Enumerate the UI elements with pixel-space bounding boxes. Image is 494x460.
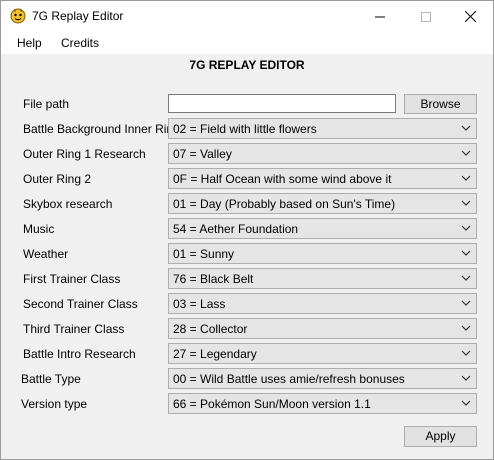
menu-bar: Help Credits — [1, 32, 493, 55]
apply-button[interactable]: Apply — [404, 426, 477, 447]
outer-ring-1-label: Outer Ring 1 Research — [23, 147, 146, 161]
battle-type-value: 00 = Wild Battle uses amie/refresh bonus… — [173, 372, 405, 386]
chevron-down-icon — [461, 300, 471, 306]
battle-intro-label: Battle Intro Research — [23, 347, 136, 361]
outer-ring-2-select[interactable]: 0F = Half Ocean with some wind above it — [168, 168, 477, 189]
weather-value: 01 = Sunny — [173, 247, 235, 261]
second-trainer-class-select[interactable]: 03 = Lass — [168, 293, 477, 314]
main-window: 7G Replay Editor Help Credits 7G REPLAY … — [0, 0, 494, 460]
maximize-icon — [421, 11, 431, 22]
chevron-down-icon — [461, 200, 471, 206]
version-type-select[interactable]: 66 = Pokémon Sun/Moon version 1.1 — [168, 393, 477, 414]
chevron-down-icon — [461, 400, 471, 406]
close-icon — [464, 11, 476, 22]
window-title: 7G Replay Editor — [32, 9, 124, 23]
battle-background-value: 02 = Field with little flowers — [173, 122, 317, 136]
chevron-down-icon — [461, 350, 471, 356]
second-trainer-class-label: Second Trainer Class — [23, 297, 138, 311]
browse-button[interactable]: Browse — [404, 94, 477, 114]
skybox-value: 01 = Day (Probably based on Sun's Time) — [173, 197, 396, 211]
second-trainer-class-value: 03 = Lass — [173, 297, 226, 311]
outer-ring-2-label: Outer Ring 2 — [23, 172, 92, 186]
maximize-button[interactable] — [403, 1, 449, 32]
version-type-value: 66 = Pokémon Sun/Moon version 1.1 — [173, 397, 371, 411]
menu-help[interactable]: Help — [17, 36, 42, 50]
first-trainer-class-select[interactable]: 76 = Black Belt — [168, 268, 477, 289]
weather-select[interactable]: 01 = Sunny — [168, 243, 477, 264]
file-path-label: File path — [23, 97, 70, 111]
battle-intro-value: 27 = Legendary — [173, 347, 257, 361]
app-icon — [10, 8, 26, 24]
battle-type-label: Battle Type — [21, 372, 81, 386]
title-bar[interactable]: 7G Replay Editor — [1, 1, 493, 32]
weather-label: Weather — [23, 247, 69, 261]
chevron-down-icon — [461, 125, 471, 131]
battle-intro-select[interactable]: 27 = Legendary — [168, 343, 477, 364]
music-label: Music — [23, 222, 55, 236]
menu-credits[interactable]: Credits — [61, 36, 99, 50]
chevron-down-icon — [461, 225, 471, 231]
chevron-down-icon — [461, 250, 471, 256]
file-path-input[interactable] — [168, 94, 396, 113]
third-trainer-class-value: 28 = Collector — [173, 322, 248, 336]
third-trainer-class-select[interactable]: 28 = Collector — [168, 318, 477, 339]
music-select[interactable]: 54 = Aether Foundation — [168, 218, 477, 239]
music-value: 54 = Aether Foundation — [173, 222, 299, 236]
chevron-down-icon — [461, 325, 471, 331]
close-button[interactable] — [447, 1, 493, 32]
page-heading: 7G REPLAY EDITOR — [189, 58, 305, 72]
battle-background-label: Battle Background Inner Ring — [23, 122, 180, 136]
third-trainer-class-label: Third Trainer Class — [23, 322, 125, 336]
minimize-icon — [375, 16, 385, 17]
outer-ring-2-value: 0F = Half Ocean with some wind above it — [173, 172, 392, 186]
first-trainer-class-value: 76 = Black Belt — [173, 272, 254, 286]
minimize-button[interactable] — [357, 1, 403, 32]
version-type-label: Version type — [21, 397, 88, 411]
skybox-label: Skybox research — [23, 197, 113, 211]
outer-ring-1-value: 07 = Valley — [173, 147, 232, 161]
battle-background-select[interactable]: 02 = Field with little flowers — [168, 118, 477, 139]
skybox-select[interactable]: 01 = Day (Probably based on Sun's Time) — [168, 193, 477, 214]
chevron-down-icon — [461, 375, 471, 381]
chevron-down-icon — [461, 275, 471, 281]
outer-ring-1-select[interactable]: 07 = Valley — [168, 143, 477, 164]
chevron-down-icon — [461, 175, 471, 181]
chevron-down-icon — [461, 150, 471, 156]
first-trainer-class-label: First Trainer Class — [23, 272, 121, 286]
battle-type-select[interactable]: 00 = Wild Battle uses amie/refresh bonus… — [168, 368, 477, 389]
